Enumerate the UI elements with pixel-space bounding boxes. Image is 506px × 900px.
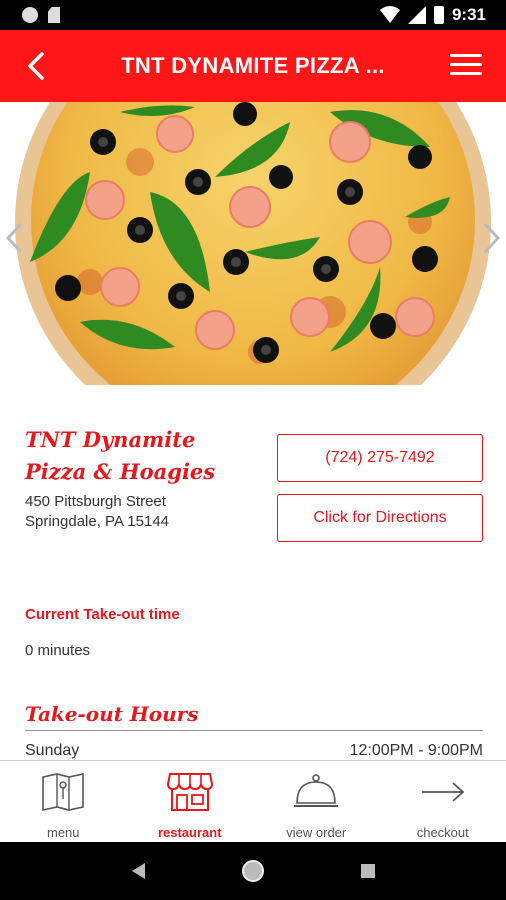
nav-view-order-label: view order [286,825,347,840]
storefront-icon [166,773,213,811]
restaurant-name-line1: TNT Dynamite [25,427,196,452]
address-city: Springdale, PA 15144 [25,513,170,530]
hours-row: Sunday 12:00PM - 9:00PM [25,742,483,760]
wifi-icon [379,6,400,23]
takeout-time-label: Current Take-out time [25,606,180,623]
directions-button[interactable]: Click for Directions [277,494,483,542]
battery-icon [433,6,444,24]
system-navigation-bar [0,842,506,900]
restaurant-address: 450 Pittsburgh Street Springdale, PA 151… [25,492,169,532]
divider [25,730,483,731]
app-bar: TNT DYNAMITE PIZZA ... [0,30,506,102]
address-street: 450 Pittsburgh Street [25,493,166,510]
back-triangle-icon [131,863,145,879]
nav-checkout[interactable]: checkout [380,761,506,842]
restaurant-content[interactable]: TNT Dynamite Pizza & Hoagies 450 Pittsbu… [0,102,506,760]
takeout-hours-title: Take-out Hours [25,702,199,726]
page-title: TNT DYNAMITE PIZZA ... [121,53,385,78]
system-home-button[interactable] [233,851,273,891]
home-circle-icon [241,860,264,882]
recents-square-icon [361,864,376,878]
restaurant-name: TNT Dynamite Pizza & Hoagies [25,424,265,488]
nav-restaurant-label: restaurant [157,825,222,840]
menu-book-icon [42,773,85,811]
notification-circle-icon [22,7,38,23]
hamburger-menu-icon [450,54,482,57]
nav-menu[interactable]: menu [0,761,127,842]
hero-carousel[interactable] [0,102,506,385]
carousel-prev-icon[interactable] [3,220,27,256]
takeout-time-value: 0 minutes [25,642,91,659]
hours-time: 12:00PM - 9:00PM [349,742,483,759]
pizza-image [15,102,491,385]
arrow-right-icon [421,782,465,802]
nav-menu-label: menu [46,825,80,840]
cloche-icon [294,774,339,807]
nav-view-order[interactable]: view order [253,761,380,842]
status-bar: 9:31 [0,0,506,30]
restaurant-name-line2: Pizza & Hoagies [25,459,216,484]
back-button[interactable] [16,46,56,86]
call-phone-button[interactable]: (724) 275-7492 [277,434,483,482]
hamburger-menu-button[interactable] [450,48,486,84]
sd-card-icon [48,7,60,23]
carousel-next-icon[interactable] [479,220,503,256]
nav-checkout-label: checkout [416,825,469,840]
bottom-navigation: menu restaurant view order checkout [0,760,506,842]
hours-day: Sunday [25,742,80,759]
nav-restaurant[interactable]: restaurant [127,761,254,842]
clock-time: 9:31 [451,5,486,24]
system-back-button[interactable] [118,851,158,891]
signal-icon [407,6,426,24]
system-recents-button[interactable] [348,851,388,891]
chevron-left-icon [28,52,44,80]
